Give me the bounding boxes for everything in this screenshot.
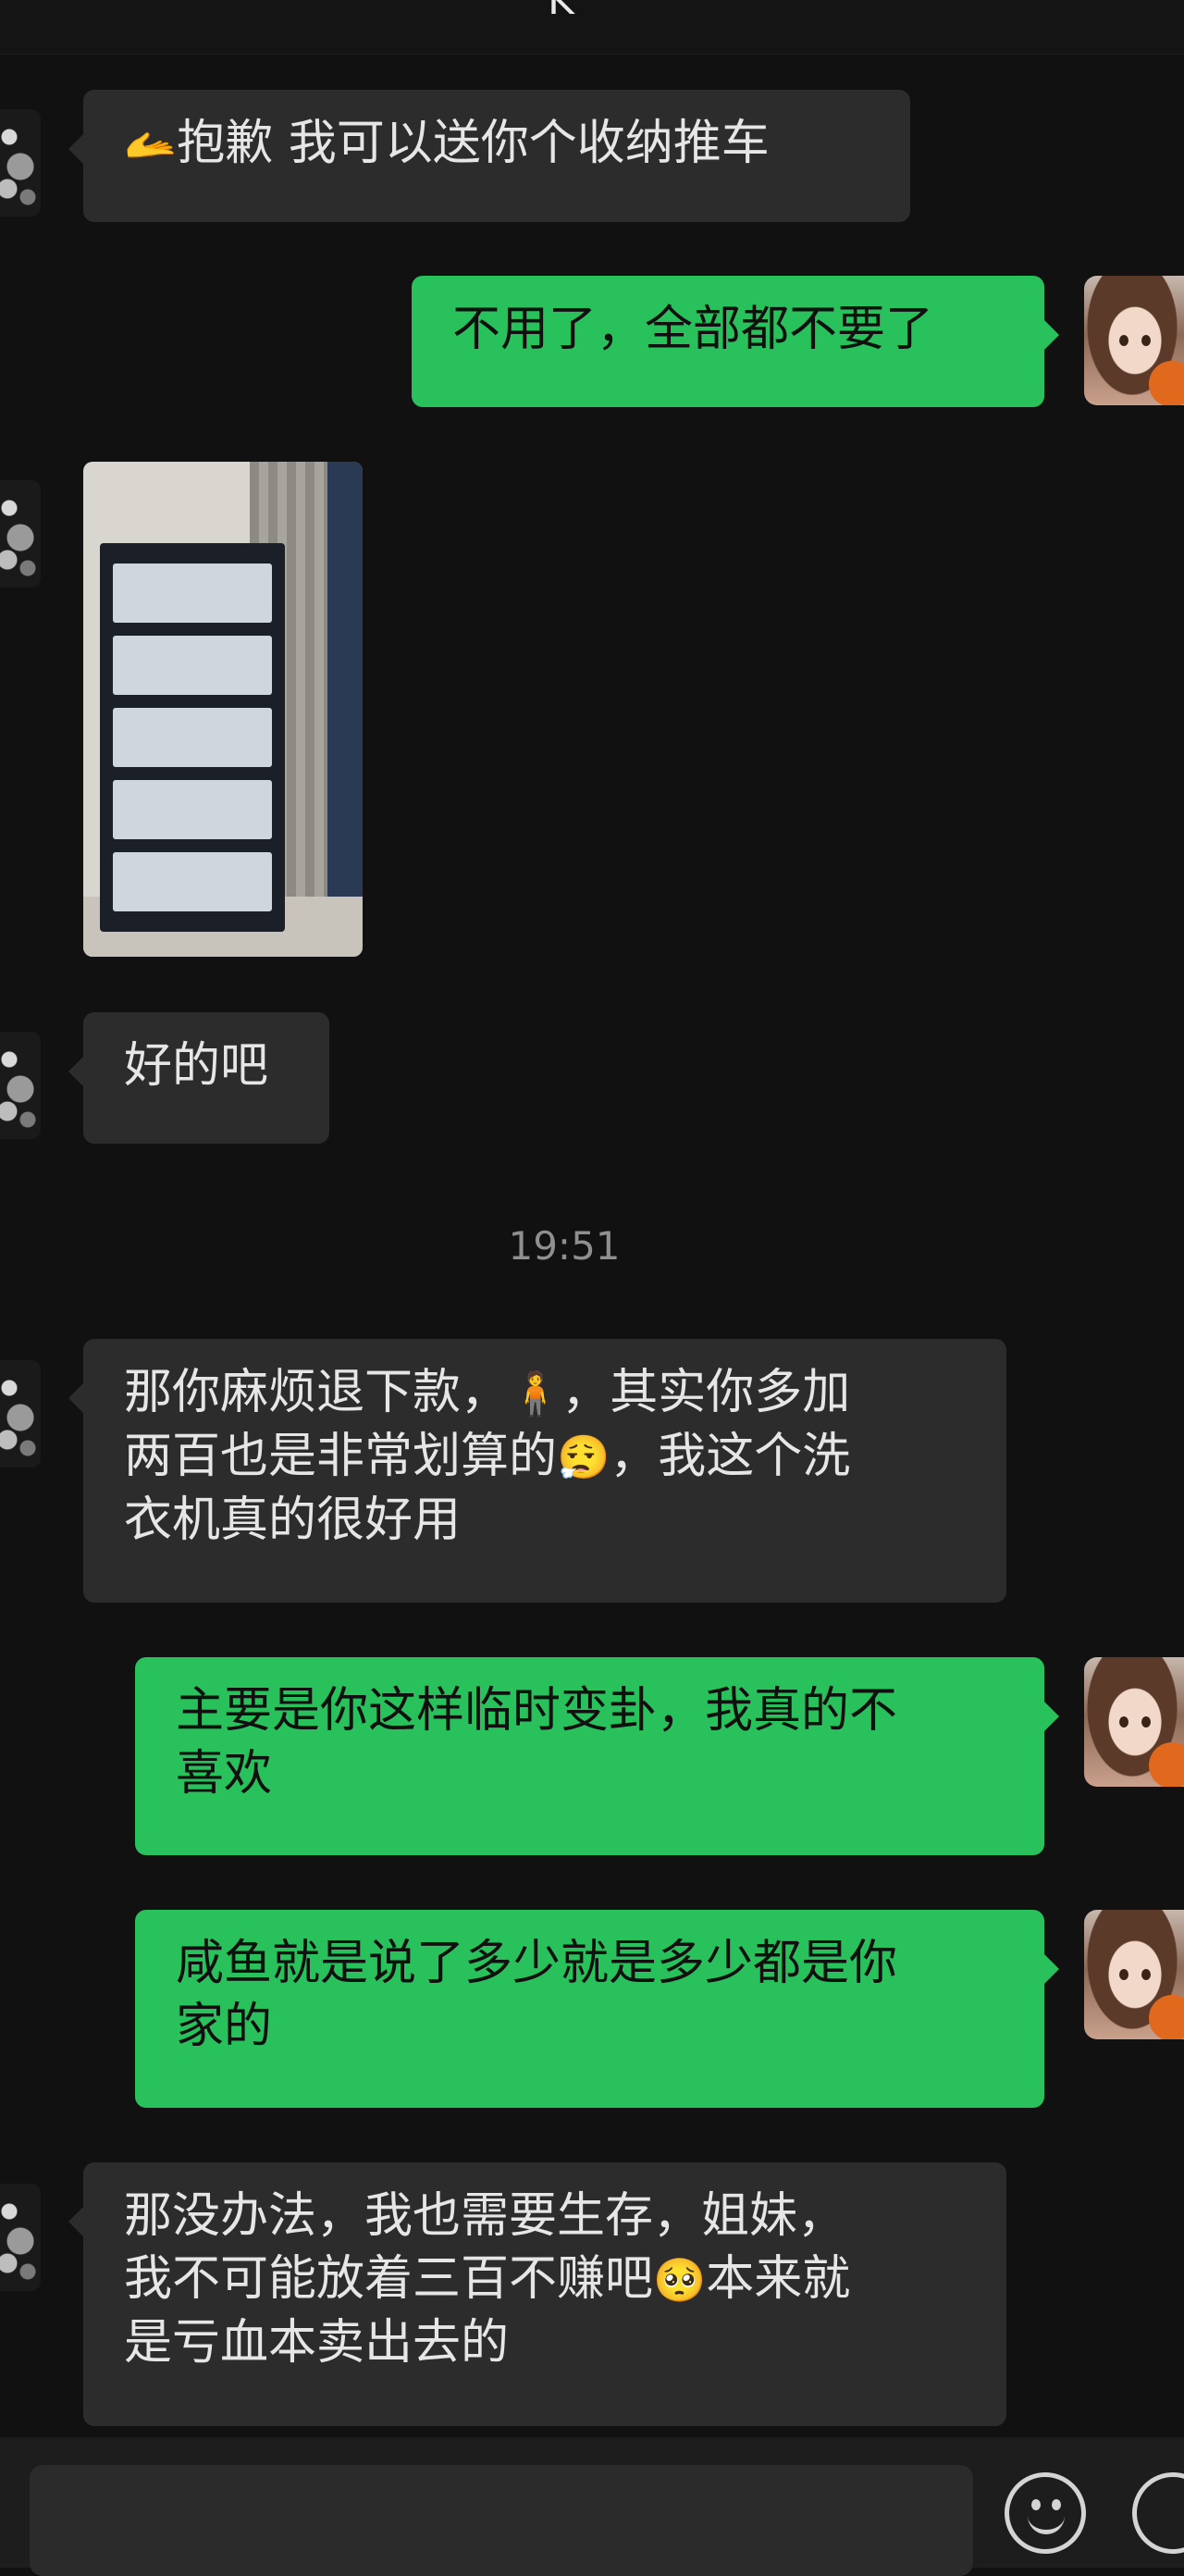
my-avatar[interactable] (1084, 1910, 1184, 2039)
my-avatar[interactable] (1084, 1657, 1184, 1787)
my-avatar[interactable] (1084, 276, 1184, 405)
message-input[interactable] (30, 2465, 973, 2576)
message-bubble-incoming[interactable]: 那你麻烦退下款，🧍，其实你多加 两百也是非常划算的😮‍💨，我这个洗 衣机真的很好… (68, 1339, 1006, 1603)
contact-avatar[interactable] (0, 2184, 41, 2291)
drawer-cabinet-photo (100, 543, 285, 932)
input-bar (0, 2437, 1184, 2576)
contact-avatar[interactable] (0, 109, 41, 217)
message-bubble-incoming[interactable]: 那没办法，我也需要生存，姐妹， 我不可能放着三百不赚吧🥺本来就 是亏血本卖出去的 (68, 2162, 1006, 2426)
pleading-emoji-icon: 🥺 (653, 2255, 707, 2305)
hand-emoji-icon: 🫴 (124, 119, 178, 169)
chat-title: K (548, 0, 574, 24)
message-bubble-incoming[interactable]: 🫴抱歉 我可以送你个收纳推车 (68, 90, 910, 222)
timestamp: 19:51 (508, 1223, 621, 1269)
emoji-icon[interactable] (1005, 2472, 1086, 2554)
message-bubble-incoming[interactable]: 好的吧 (68, 1012, 329, 1144)
contact-avatar[interactable] (0, 1032, 41, 1139)
contact-avatar[interactable] (0, 480, 41, 588)
message-bubble-outgoing[interactable]: 不用了，全部都不要了 (412, 276, 1059, 407)
person-emoji-icon: 🧍 (509, 1368, 562, 1418)
plus-icon[interactable] (1132, 2472, 1184, 2554)
exhale-emoji-icon: 😮‍💨 (557, 1432, 610, 1482)
contact-avatar[interactable] (0, 1360, 41, 1468)
image-message[interactable] (83, 462, 363, 957)
message-bubble-outgoing[interactable]: 主要是你这样临时变卦，我真的不 喜欢 (135, 1657, 1059, 1855)
top-bar: K (0, 0, 1184, 55)
message-bubble-outgoing[interactable]: 咸鱼就是说了多少就是多少都是你 家的 (135, 1910, 1059, 2108)
